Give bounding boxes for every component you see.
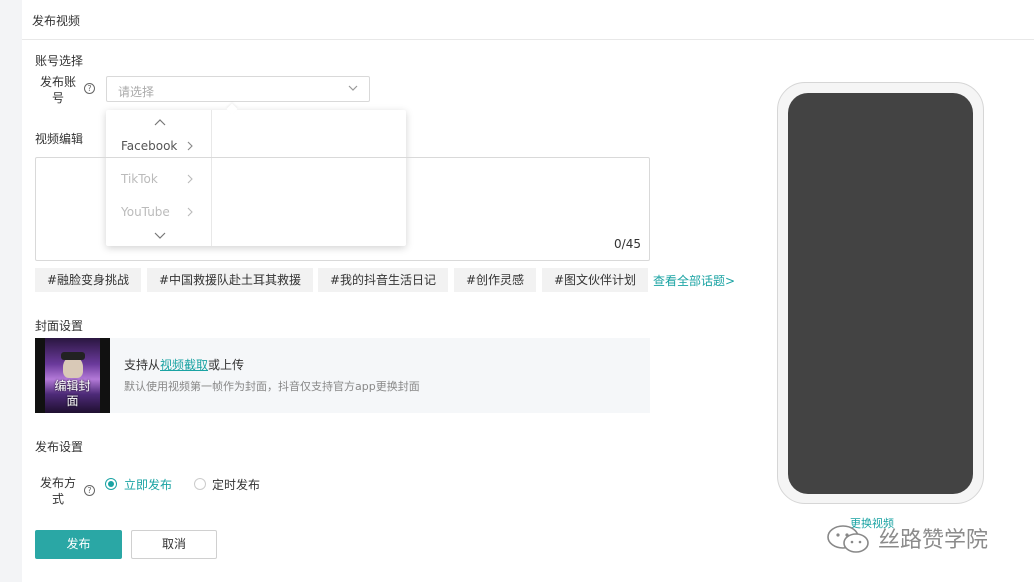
publish-method-label-line1: 发布方 [39, 476, 76, 490]
help-icon[interactable]: ? [84, 485, 95, 496]
chevron-right-icon [187, 141, 193, 151]
cover-text-suffix: 或上传 [208, 358, 245, 372]
publish-now-label[interactable]: 立即发布 [124, 476, 172, 493]
publish-method-label: 发布方 式 [38, 475, 78, 507]
topic-tag[interactable]: #我的抖音生活日记 [318, 268, 449, 292]
chevron-down-icon [348, 85, 358, 91]
char-counter: 0/45 [614, 237, 641, 251]
topic-tag[interactable]: #创作灵感 [454, 268, 537, 292]
video-edit-section-title: 视频编辑 [35, 132, 84, 146]
dropdown-item-label: Facebook [121, 139, 178, 153]
phone-preview-screen [788, 93, 973, 494]
video-capture-link[interactable]: 视频截取 [160, 358, 208, 372]
dropdown-item-facebook[interactable]: Facebook [106, 135, 212, 159]
cover-hint: 默认使用视频第一帧作为封面，抖音仅支持官方app更换封面 [124, 380, 420, 393]
account-field-label-line2: 号 [51, 91, 64, 105]
scheduled-publish-label[interactable]: 定时发布 [212, 476, 260, 493]
publish-method-label-line2: 式 [51, 492, 64, 506]
cover-panel: 编辑封 面 [35, 338, 650, 413]
cancel-button[interactable]: 取消 [131, 530, 217, 559]
edit-cover-label-line2: 面 [66, 394, 79, 408]
edit-cover-label-line1: 编辑封 [54, 379, 91, 393]
account-select[interactable]: 请选择 [106, 76, 370, 102]
view-all-topics-link[interactable]: 查看全部话题> [653, 272, 735, 289]
publish-section-title: 发布设置 [35, 440, 84, 454]
chevron-up-icon[interactable] [154, 118, 166, 126]
cover-thumbnail[interactable]: 编辑封 面 [35, 338, 110, 413]
video-description-textarea[interactable]: 0/45 [35, 157, 650, 261]
cover-text-prefix: 支持从 [124, 358, 161, 372]
account-section-title: 账号选择 [35, 54, 84, 68]
topic-tag[interactable]: #融脸变身挑战 [35, 268, 142, 292]
topic-tag[interactable]: #图文伙伴计划 [542, 268, 649, 292]
topic-tag[interactable]: #中国救援队赴土耳其救援 [147, 268, 314, 292]
page-title: 发布视频 [32, 14, 81, 28]
thumbnail-hat [61, 352, 85, 360]
edit-cover-label: 编辑封 面 [35, 379, 110, 409]
publish-button[interactable]: 发布 [35, 530, 122, 559]
cover-source-text: 支持从视频截取或上传 [124, 356, 244, 373]
account-select-placeholder: 请选择 [118, 85, 155, 99]
help-icon[interactable]: ? [84, 83, 95, 94]
scheduled-publish-radio[interactable] [194, 478, 206, 490]
wechat-logo-icon [827, 525, 869, 553]
page-header: 发布视频 [22, 0, 1034, 40]
watermark-text: 丝路赞学院 [878, 528, 989, 553]
cover-section-title: 封面设置 [35, 319, 84, 333]
account-field-label-line1: 发布账 [39, 75, 76, 89]
left-sidebar-strip [0, 0, 22, 582]
account-field-label: 发布账 号 [38, 74, 78, 106]
publish-now-radio[interactable] [105, 478, 117, 490]
